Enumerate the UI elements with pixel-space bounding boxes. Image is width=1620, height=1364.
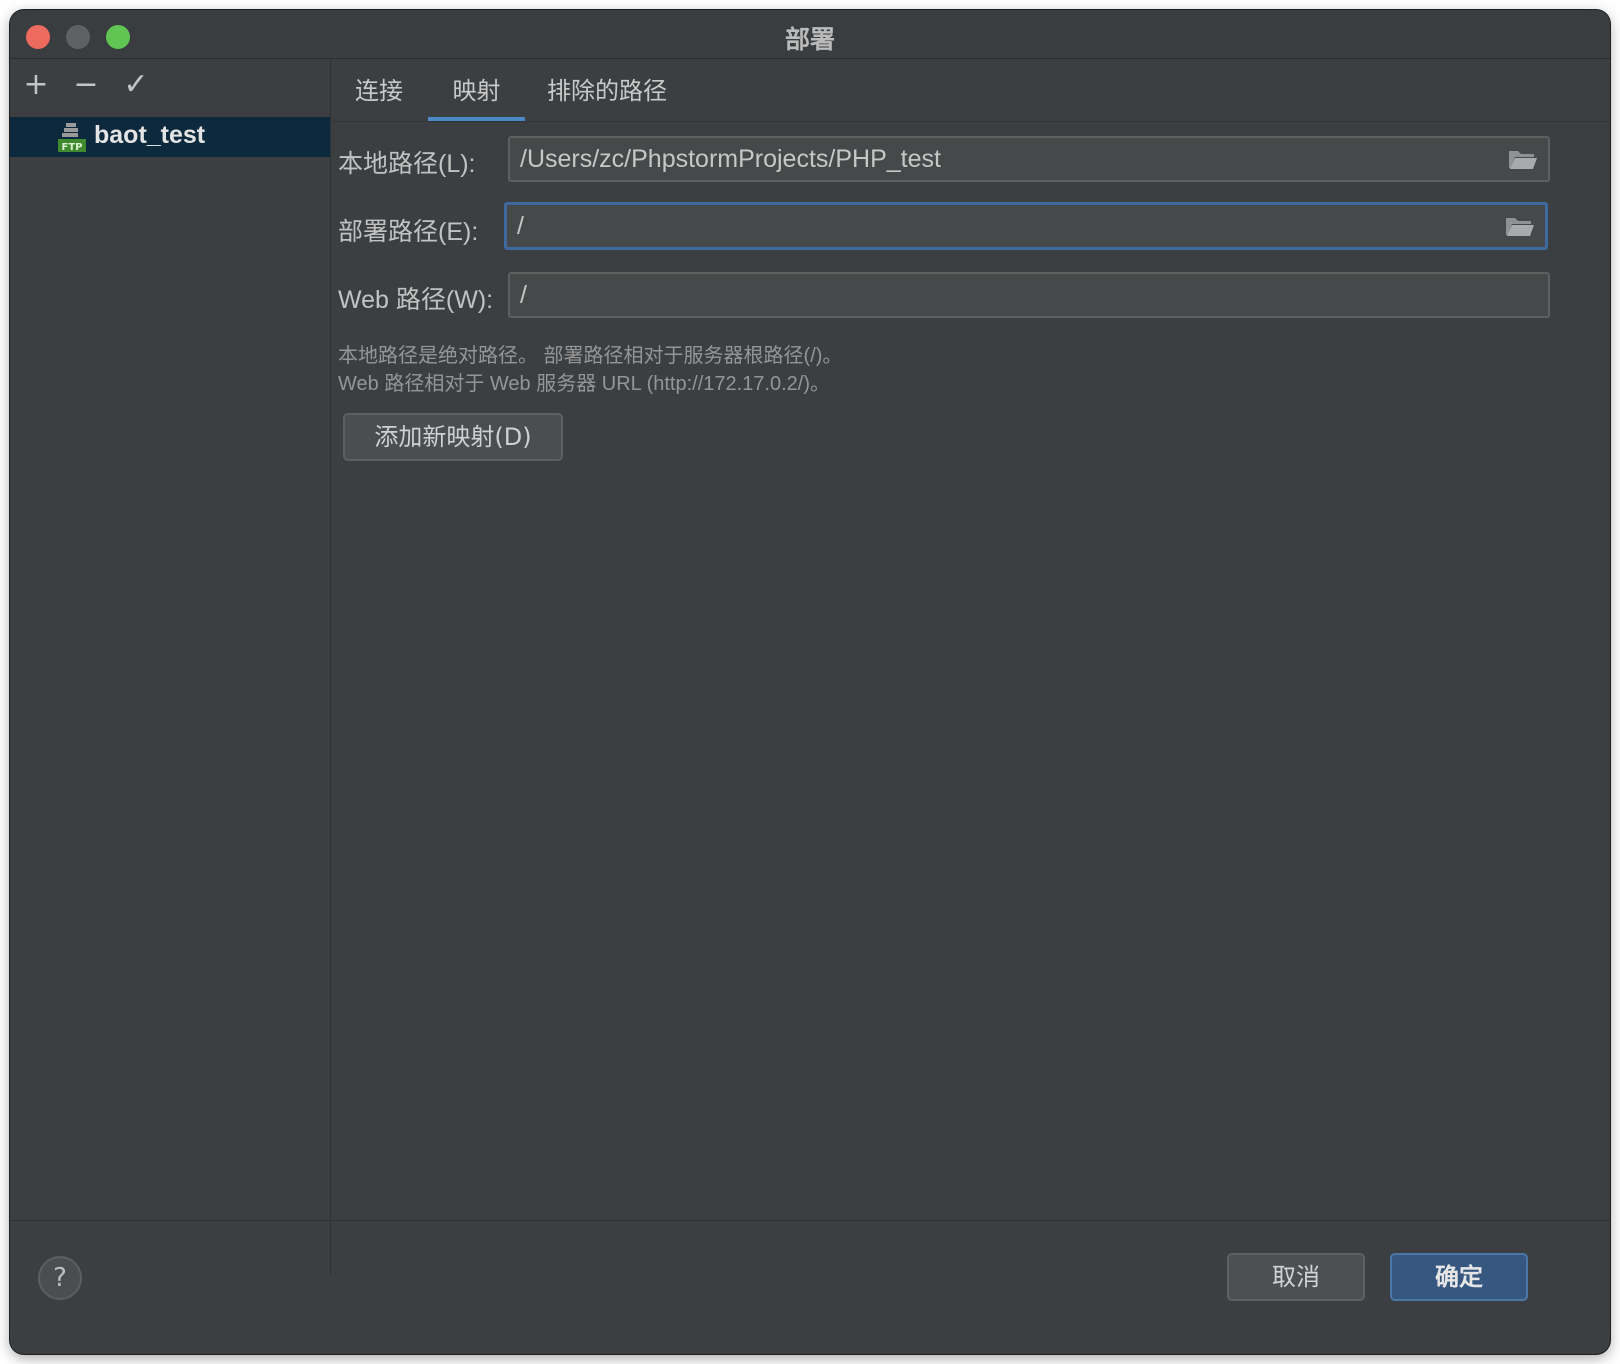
server-list-panel: + − ✓ FTP baot_test — [10, 59, 331, 1275]
cancel-button[interactable]: 取消 — [1227, 1253, 1365, 1301]
tab-mappings[interactable]: 映射 — [428, 71, 525, 121]
add-new-mapping-button[interactable]: 添加新映射(D) — [343, 413, 563, 461]
tab-excluded-paths[interactable]: 排除的路径 — [541, 71, 673, 121]
local-path-label: 本地路径(L): — [338, 150, 476, 178]
set-default-button[interactable]: ✓ — [118, 67, 154, 103]
remove-server-button[interactable]: − — [68, 67, 104, 103]
hint-line-1: 本地路径是绝对路径。 部署路径相对于服务器根路径(/)。 — [338, 345, 843, 367]
window-title: 部署 — [784, 25, 835, 54]
deploy-path-field[interactable]: / — [504, 202, 1548, 250]
web-path-value: / — [520, 281, 527, 309]
ok-button[interactable]: 确定 — [1390, 1253, 1528, 1301]
help-button[interactable]: ? — [38, 1256, 82, 1300]
ftp-server-icon: FTP — [58, 123, 86, 153]
tab-connection[interactable]: 连接 — [345, 71, 413, 121]
server-item-baot-test[interactable]: FTP baot_test — [10, 117, 330, 157]
deploy-path-label: 部署路径(E): — [338, 218, 479, 246]
deploy-path-value: / — [517, 212, 524, 240]
tab-bar: 连接 映射 排除的路径 — [331, 59, 1610, 122]
add-server-button[interactable]: + — [18, 67, 54, 103]
server-label: baot_test — [94, 121, 206, 149]
local-path-value: /Users/zc/PhpstormProjects/PHP_test — [520, 145, 941, 173]
deployment-dialog: 部署 + − ✓ FTP baot_test 连接 映射 排除的路径 本地路径(… — [10, 10, 1610, 1354]
title-bar: 部署 — [10, 10, 1610, 59]
web-path-label: Web 路径(W): — [338, 286, 494, 314]
svg-text:FTP: FTP — [62, 142, 83, 153]
dialog-footer: ? 取消 确定 — [10, 1220, 1610, 1354]
hint-line-2: Web 路径相对于 Web 服务器 URL (http://172.17.0.2… — [338, 373, 831, 395]
browse-folder-icon[interactable] — [1508, 148, 1538, 170]
browse-folder-icon[interactable] — [1505, 215, 1535, 237]
web-path-field[interactable]: / — [508, 272, 1550, 318]
local-path-field[interactable]: /Users/zc/PhpstormProjects/PHP_test — [508, 136, 1550, 182]
